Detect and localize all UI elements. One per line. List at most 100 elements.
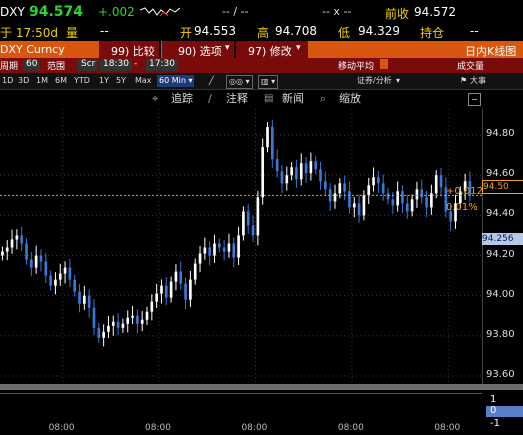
- price-axis: 93.60 93.80 94.00 94.20 94.40 94.60 94.80: [482, 109, 523, 384]
- chevron-down-icon: ▾: [225, 43, 230, 53]
- collapse-icon[interactable]: −: [468, 93, 481, 106]
- candle-body: [324, 181, 327, 190]
- candle-body: [184, 283, 187, 300]
- candle-body: [391, 199, 395, 206]
- range-1d[interactable]: 1D: [0, 75, 15, 87]
- range-6m[interactable]: 6M: [53, 75, 69, 87]
- range-1m[interactable]: 1M: [34, 75, 50, 87]
- current-price-box: 94.50: [482, 180, 523, 194]
- candle-body: [126, 317, 130, 324]
- moving-avg-toggle[interactable]: [380, 59, 388, 69]
- security-field[interactable]: DXY Curncy: [0, 43, 65, 56]
- lower-value-top: 1: [490, 394, 497, 405]
- y-tick-label: 94.40: [486, 208, 515, 220]
- time-axis: 08:00 08:00 08:00 08:00 08:00: [0, 423, 482, 435]
- candle-body: [304, 163, 308, 174]
- candle-body: [434, 175, 438, 194]
- x-tick-label: 08:00: [337, 423, 364, 433]
- chart-style-icon[interactable]: ◎◎ ▾: [226, 75, 253, 89]
- compare-button[interactable]: 99) 比较: [99, 41, 161, 58]
- candle-body: [217, 243, 221, 248]
- period-bar: 周期 60 范围 Scr 18:30 - 17:30 移动平均 成交量: [0, 58, 523, 73]
- dropdown-chevron-icon[interactable]: ▾: [394, 75, 402, 87]
- news-button[interactable]: 新闻: [282, 91, 304, 107]
- candle-body: [121, 323, 125, 328]
- moving-avg-button[interactable]: 移动平均: [338, 59, 374, 72]
- candle-body: [420, 189, 424, 198]
- candle-body: [145, 311, 149, 320]
- candle-body: [386, 193, 390, 200]
- candle-body: [63, 267, 67, 274]
- candle-body: [271, 127, 274, 160]
- quote-header: DXY 94.574 +.002 -- / -- -- x -- 前收 94.5…: [0, 0, 523, 22]
- range-dash: -: [134, 59, 138, 69]
- range-5y[interactable]: 5Y: [114, 75, 128, 87]
- annotate-button[interactable]: 注释: [226, 91, 248, 107]
- position-value: --: [470, 24, 479, 38]
- candle-body: [169, 281, 173, 298]
- news-icon[interactable]: ▤: [264, 91, 273, 107]
- x-tick-label: 08:00: [48, 423, 75, 433]
- candle-body: [410, 199, 414, 212]
- y-tick-label: 93.60: [486, 368, 515, 380]
- bar-style-icon[interactable]: ▥ ▾: [258, 75, 279, 89]
- start-time-field[interactable]: 18:30: [100, 59, 132, 71]
- candle-body: [78, 291, 81, 304]
- chevron-down-icon: ▾: [296, 43, 301, 53]
- sparkline-icon: [140, 7, 180, 17]
- range-3d[interactable]: 3D: [16, 75, 31, 87]
- range-max[interactable]: Max: [133, 75, 154, 87]
- range-ytd[interactable]: YTD: [72, 75, 92, 87]
- volume-label: 量: [66, 26, 79, 40]
- x-tick-label: 08:00: [434, 423, 461, 433]
- candle-series: [1, 119, 472, 347]
- period-label: 周期: [0, 62, 19, 72]
- range-1y[interactable]: 1Y: [97, 75, 111, 87]
- candle-body: [179, 271, 183, 284]
- candle-body: [193, 263, 197, 280]
- candle-body: [164, 285, 168, 298]
- candle-body: [261, 147, 265, 198]
- period-field[interactable]: 60: [23, 59, 41, 71]
- zoom-icon[interactable]: ⌕: [320, 91, 326, 107]
- line-chart-icon[interactable]: ╱: [207, 75, 216, 87]
- change-pct-label: 0.01%: [446, 202, 478, 213]
- pen-icon[interactable]: ∕: [208, 91, 212, 107]
- candle-body: [25, 243, 28, 260]
- candle-body: [396, 191, 399, 206]
- panel-splitter[interactable]: [0, 384, 523, 390]
- candle-body: [357, 203, 361, 216]
- candle-body: [338, 183, 342, 194]
- price-chart[interactable]: [0, 109, 482, 384]
- x-tick-label: 08:00: [145, 423, 171, 433]
- zoom-button[interactable]: 缩放: [339, 91, 361, 107]
- candle-body: [68, 267, 72, 280]
- candle-body: [425, 197, 428, 208]
- end-time-field[interactable]: 17:30: [146, 59, 178, 71]
- events-button[interactable]: 大事: [468, 75, 488, 87]
- candle-body: [44, 261, 48, 276]
- candle-body: [208, 247, 211, 256]
- crosshair-icon[interactable]: ⌖: [152, 91, 158, 107]
- modify-button[interactable]: 97) 修改 ▾: [236, 41, 308, 58]
- volume-toggle[interactable]: 成交量: [457, 59, 484, 72]
- options-button[interactable]: 90) 选项 ▾: [162, 41, 236, 58]
- candle-body: [1, 251, 4, 256]
- candle-body: [107, 325, 110, 332]
- high-value: 94.708: [275, 24, 317, 38]
- open-label: 开: [180, 26, 193, 40]
- range-field[interactable]: Scr: [78, 59, 99, 71]
- candle-body: [73, 279, 77, 292]
- interval-select[interactable]: 60 Min ▾: [157, 75, 195, 87]
- candle-body: [309, 161, 313, 174]
- securities-button[interactable]: 证券/分析: [355, 75, 394, 87]
- options-label: 90) 选项: [178, 45, 222, 58]
- track-button[interactable]: 追踪: [171, 91, 193, 107]
- lower-value-bot: -1: [490, 418, 500, 429]
- chart-grid: [0, 109, 482, 384]
- candle-body: [405, 203, 409, 212]
- candle-body: [251, 225, 255, 236]
- candle-body: [140, 319, 144, 324]
- candle-body: [275, 159, 279, 172]
- lower-zero-box: 0: [486, 405, 523, 417]
